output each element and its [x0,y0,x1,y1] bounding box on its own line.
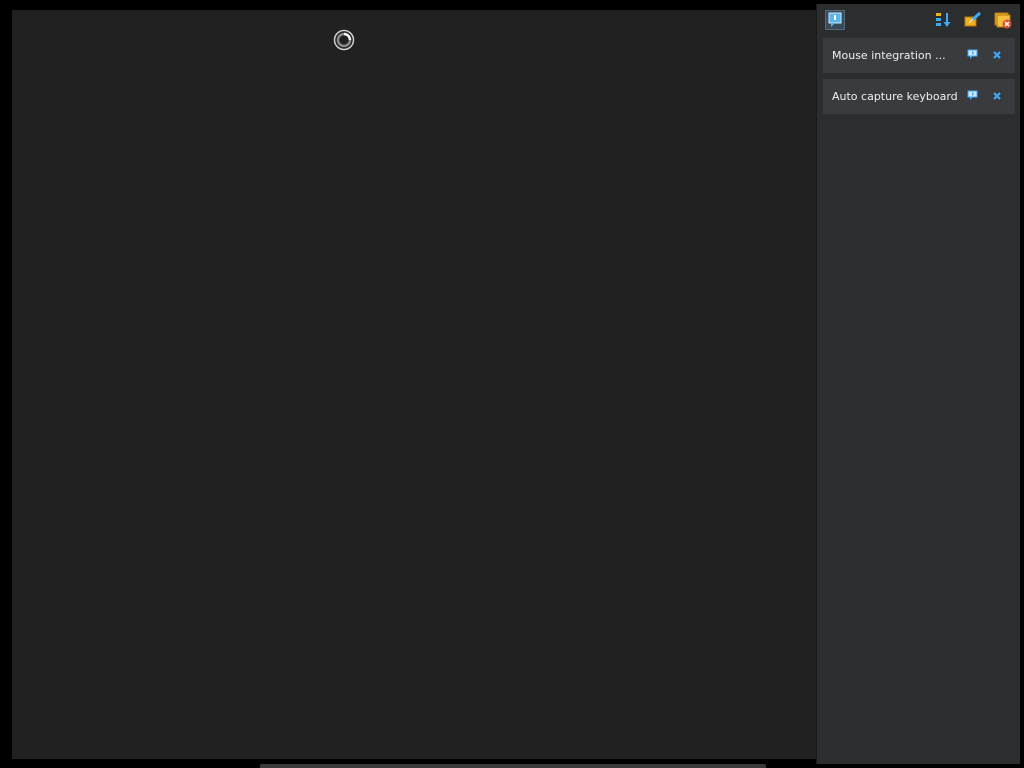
vm-display-screen[interactable] [12,10,818,759]
help-icon [967,49,979,61]
clear-notifications-button[interactable] [963,10,983,30]
notification-center-panel: Mouse integration ... Auto capture keybo… [816,4,1020,764]
notification-center-toggle-button[interactable] [825,10,845,30]
notification-toolbar [817,4,1020,36]
close-icon [991,90,1003,102]
busy-spinner-icon [333,29,355,51]
sort-order-button[interactable] [933,10,953,30]
close-all-icon [993,10,1013,30]
notification-text: Auto capture keyboard ... [832,90,962,103]
horizontal-scrollbar[interactable] [260,764,766,768]
notification-item[interactable]: Auto capture keyboard ... [823,79,1015,114]
close-icon [991,49,1003,61]
help-icon [967,90,979,102]
notification-text: Mouse integration ... [832,49,946,62]
virtualbox-window: Mouse integration ... Auto capture keybo… [0,0,1024,768]
sort-order-icon [933,10,953,30]
notification-center-icon [826,11,844,29]
help-button[interactable] [967,90,979,102]
close-button[interactable] [991,49,1003,61]
close-all-button[interactable] [993,10,1013,30]
close-button[interactable] [991,90,1003,102]
clear-notifications-icon [963,10,983,30]
notification-item[interactable]: Mouse integration ... [823,38,1015,73]
help-button[interactable] [967,49,979,61]
